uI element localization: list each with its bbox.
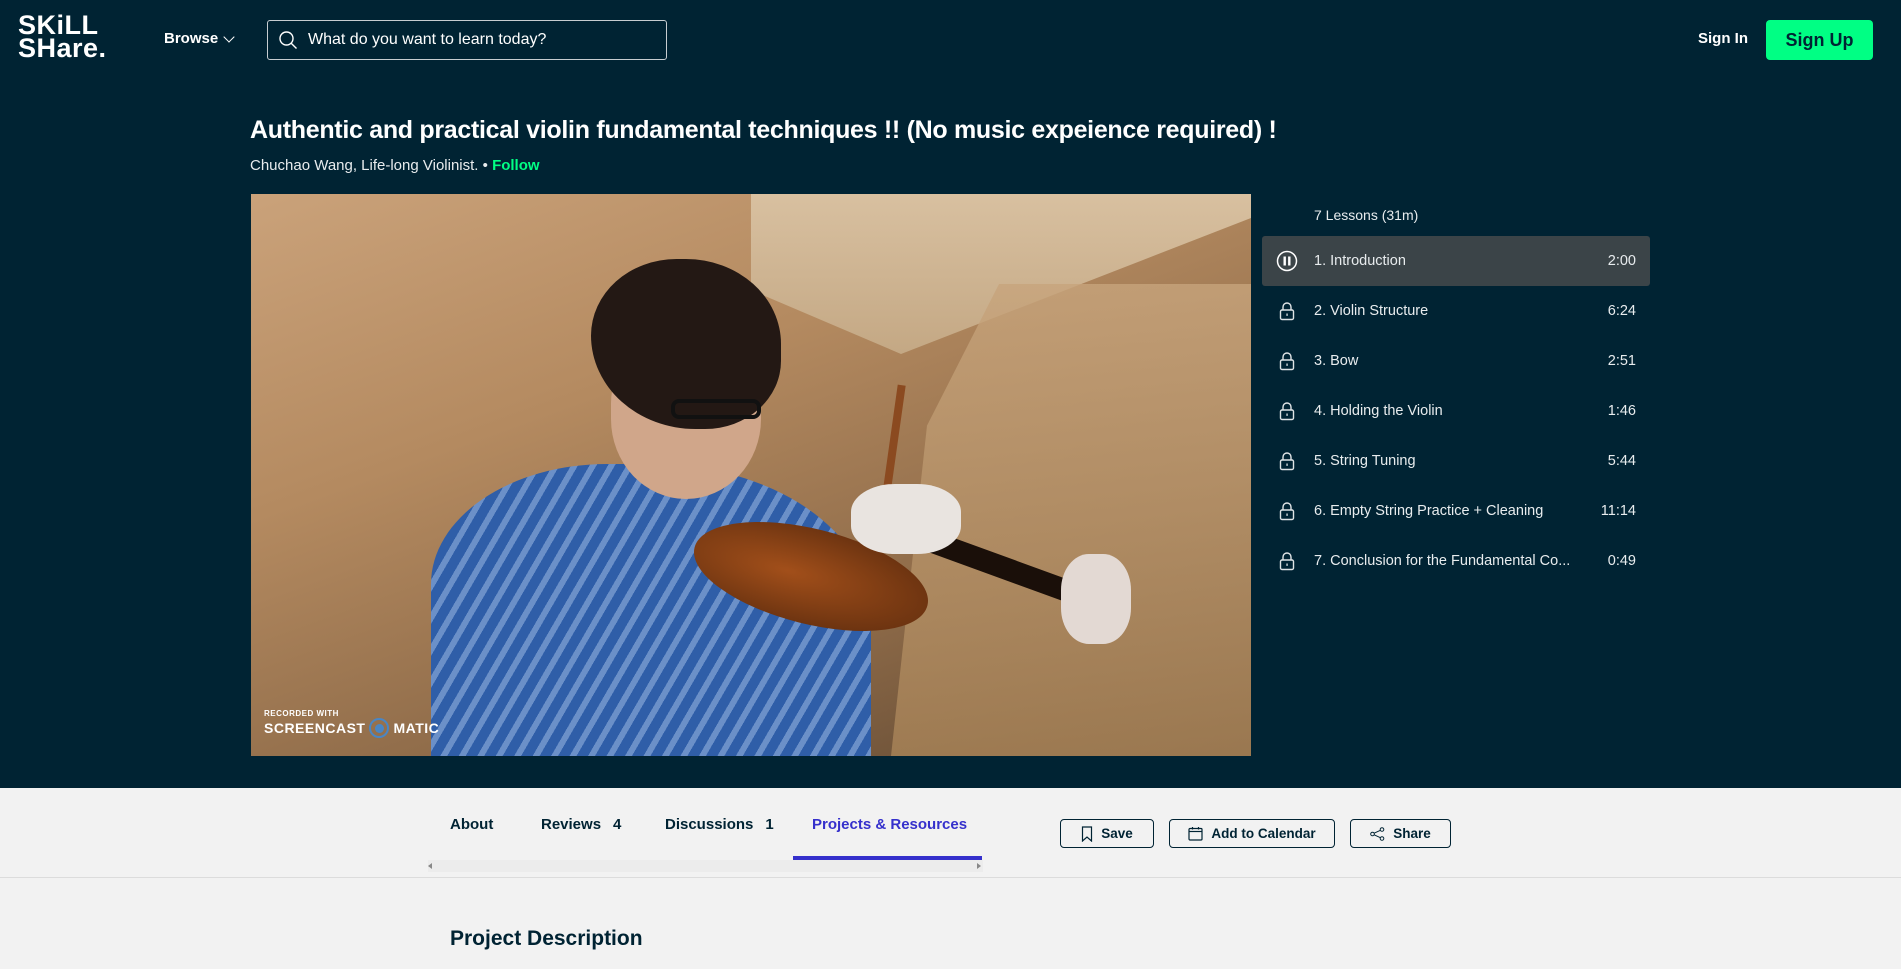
author-name[interactable]: Chuchao Wang, Life-long Violinist. [250, 157, 478, 174]
project-description-heading: Project Description [450, 927, 643, 950]
scroll-right-arrow-icon[interactable] [977, 863, 981, 869]
section-divider [0, 877, 1901, 878]
share-label: Share [1393, 826, 1431, 841]
logo-line-2: SHare. [18, 33, 107, 63]
search-icon [279, 31, 297, 49]
browse-label: Browse [164, 30, 219, 47]
tab-label: Projects & Resources [812, 815, 968, 833]
screencast-watermark: RECORDED WITH SCREENCAST MATIC [264, 709, 439, 738]
course-byline: Chuchao Wang, Life-long Violinist. • Fol… [250, 157, 540, 174]
screencast-logo-icon [369, 718, 390, 738]
calendar-label: Add to Calendar [1211, 826, 1316, 841]
share-icon [1370, 826, 1385, 841]
video-frame-hand-2 [1061, 554, 1131, 644]
lesson-item[interactable]: 5. String Tuning 5:44 [1262, 436, 1650, 486]
lock-icon [1279, 552, 1295, 571]
course-title: Authentic and practical violin fundament… [250, 116, 1277, 144]
lesson-title: 3. Bow [1314, 353, 1359, 369]
course-tabs: About Reviews 4 Discussions 1 Projects &… [428, 788, 983, 875]
lesson-list: 7 Lessons (31m) 1. Introduction 2:00 2. … [1262, 194, 1650, 586]
scroll-left-arrow-icon[interactable] [428, 863, 432, 869]
search-input[interactable] [308, 31, 666, 49]
follow-button[interactable]: Follow [492, 157, 540, 174]
lesson-title: 5. String Tuning [1314, 453, 1416, 469]
save-button[interactable]: Save [1060, 819, 1154, 848]
byline-separator: • [478, 157, 493, 174]
lesson-title: 7. Conclusion for the Fundamental Co... [1314, 553, 1571, 569]
lesson-item[interactable]: 3. Bow 2:51 [1262, 336, 1650, 386]
lock-icon [1279, 452, 1295, 471]
bookmark-icon [1082, 825, 1093, 842]
tab-count: 4 [613, 815, 622, 833]
lesson-duration: 2:00 [1607, 253, 1636, 269]
tab-projects-resources[interactable]: Projects & Resources [812, 788, 967, 860]
lesson-item[interactable]: 4. Holding the Violin 1:46 [1262, 386, 1650, 436]
tab-discussions[interactable]: Discussions 1 [665, 788, 774, 860]
tab-about[interactable]: About [450, 788, 493, 860]
watermark-small-text: RECORDED WITH [264, 709, 339, 718]
tab-reviews[interactable]: Reviews 4 [541, 788, 621, 860]
calendar-icon [1188, 827, 1203, 841]
tab-label: Discussions [665, 815, 754, 833]
tab-label: About [450, 815, 494, 833]
browse-menu[interactable]: Browse [164, 30, 235, 47]
tabs-scrollbar[interactable] [428, 860, 983, 872]
sign-up-button[interactable]: Sign Up [1766, 20, 1873, 60]
tab-label: Reviews [541, 815, 602, 833]
lesson-duration: 1:46 [1607, 403, 1636, 419]
lesson-duration: 2:51 [1607, 353, 1636, 369]
add-to-calendar-button[interactable]: Add to Calendar [1169, 819, 1335, 848]
tab-count: 1 [765, 815, 774, 833]
pause-icon [1276, 250, 1298, 272]
share-button[interactable]: Share [1350, 819, 1451, 848]
search-bar[interactable] [267, 20, 667, 60]
video-player[interactable]: RECORDED WITH SCREENCAST MATIC [251, 194, 1251, 756]
lesson-item[interactable]: 2. Violin Structure 6:24 [1262, 286, 1650, 336]
lock-icon [1279, 502, 1295, 521]
lesson-title: 2. Violin Structure [1314, 303, 1429, 319]
lesson-title: 1. Introduction [1314, 253, 1406, 269]
lesson-duration: 6:24 [1607, 303, 1636, 319]
lock-icon [1279, 352, 1295, 371]
skillshare-logo[interactable]: SKiLL SHare. [18, 12, 107, 63]
lesson-duration: 0:49 [1607, 553, 1636, 569]
sign-in-link[interactable]: Sign In [1698, 30, 1748, 47]
lock-icon [1279, 402, 1295, 421]
chevron-down-icon [223, 30, 235, 43]
lesson-summary: 7 Lessons (31m) [1314, 207, 1419, 223]
lesson-duration: 5:44 [1607, 453, 1636, 469]
lesson-title: 6. Empty String Practice + Cleaning [1314, 503, 1544, 519]
video-frame-glasses [671, 399, 761, 419]
watermark-right-text: MATIC [393, 720, 440, 736]
watermark-left-text: SCREENCAST [264, 720, 366, 736]
lock-icon [1279, 302, 1295, 321]
lesson-duration: 11:14 [1600, 503, 1636, 519]
lesson-item[interactable]: 7. Conclusion for the Fundamental Co... … [1262, 536, 1650, 586]
lesson-item[interactable]: 1. Introduction 2:00 [1262, 236, 1650, 286]
lesson-title: 4. Holding the Violin [1314, 403, 1443, 419]
save-label: Save [1101, 826, 1133, 841]
lesson-item[interactable]: 6. Empty String Practice + Cleaning 11:1… [1262, 486, 1650, 536]
video-frame-hand [851, 484, 961, 554]
